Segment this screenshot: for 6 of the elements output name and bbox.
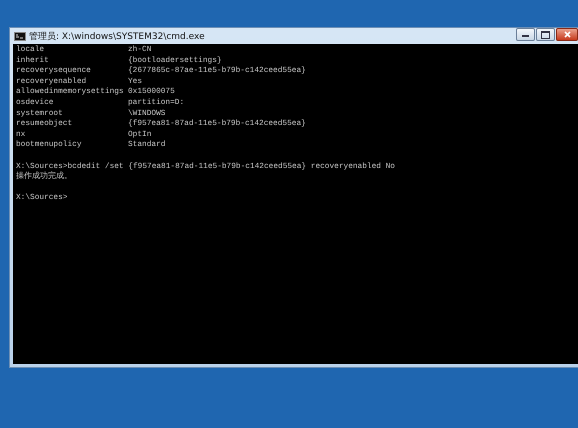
console-icon	[14, 32, 26, 40]
close-icon	[564, 31, 570, 38]
minimize-button[interactable]	[516, 28, 535, 41]
close-button[interactable]	[556, 28, 578, 41]
maximize-button[interactable]	[536, 28, 555, 41]
window-title: 管理员: X:\windows\SYSTEM32\cmd.exe	[29, 30, 206, 42]
